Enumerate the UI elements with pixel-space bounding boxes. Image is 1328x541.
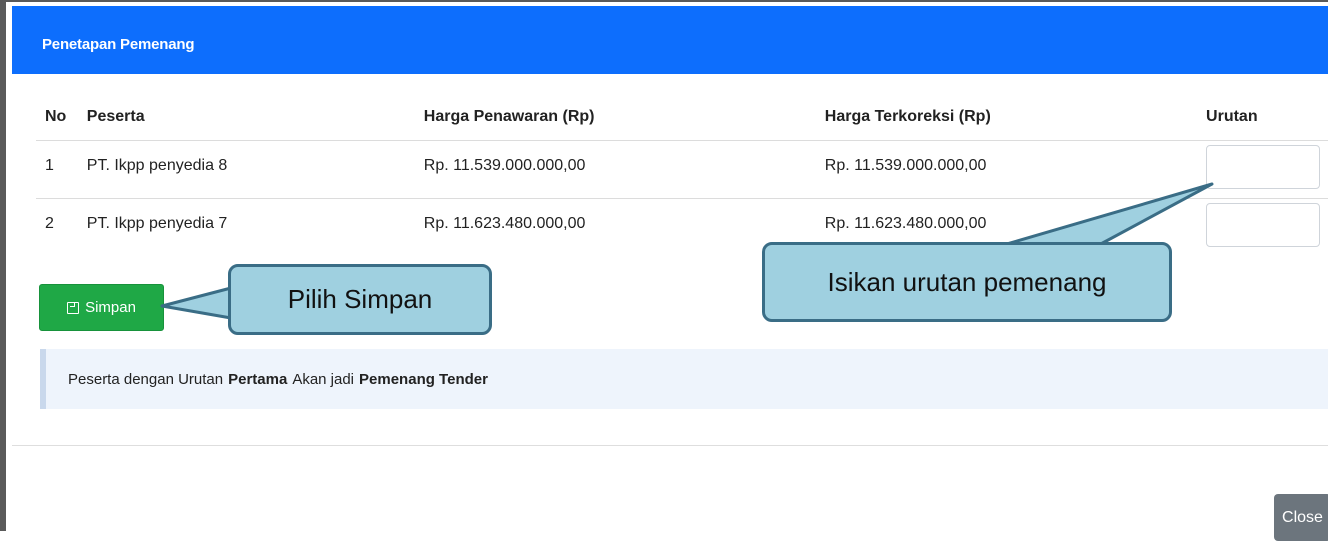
info-text-part2: Akan jadi	[292, 370, 355, 388]
info-text-bold-pertama: Pertama	[228, 370, 288, 388]
simpan-button[interactable]: Simpan	[39, 284, 164, 331]
column-header-urutan: Urutan	[1206, 94, 1328, 141]
urutan-input-2[interactable]	[1206, 203, 1321, 247]
callout-pilih-simpan: Pilih Simpan	[228, 264, 492, 335]
row-no: 1	[36, 140, 87, 199]
info-text-bold-pemenang: Pemenang Tender	[359, 370, 488, 388]
row-urutan-cell	[1206, 199, 1328, 257]
simpan-button-label: Simpan	[85, 299, 136, 316]
column-header-no: No	[36, 94, 87, 141]
row-peserta: PT. Ikpp penyedia 7	[86, 215, 228, 232]
modal-footer-divider	[12, 445, 1328, 446]
urutan-input-1[interactable]	[1206, 145, 1321, 189]
info-alert: Peserta dengan Urutan Pertama Akan jadi …	[40, 349, 1328, 409]
participants-table: No Peserta Harga Penawaran (Rp) Harga Te…	[36, 94, 1328, 257]
row-harga-penawaran: Rp. 11.539.000.000,00	[423, 140, 825, 199]
column-header-harga-terkoreksi: Harga Terkoreksi (Rp)	[824, 94, 1207, 141]
info-text-part1: Peserta dengan Urutan	[68, 370, 224, 388]
column-header-peserta: Peserta	[86, 94, 424, 141]
row-no: 2	[45, 215, 54, 232]
close-button[interactable]: Close	[1274, 494, 1328, 541]
row-peserta: PT. Ikpp penyedia 8	[86, 140, 424, 199]
callout-isikan-urutan-text: Isikan urutan pemenang	[827, 266, 1107, 297]
table-header-row: No Peserta Harga Penawaran (Rp) Harga Te…	[36, 94, 1328, 141]
modal-title: Penetapan Pemenang	[42, 36, 195, 53]
callout-pilih-simpan-text: Pilih Simpan	[287, 284, 433, 314]
callout-isikan-urutan: Isikan urutan pemenang	[762, 242, 1172, 322]
row-urutan-cell	[1206, 140, 1328, 199]
table-row: 1 PT. Ikpp penyedia 8 Rp. 11.539.000.000…	[36, 140, 1328, 199]
modal-header: Penetapan Pemenang	[12, 6, 1328, 74]
column-header-harga-penawaran: Harga Penawaran (Rp)	[423, 94, 825, 141]
save-icon	[67, 301, 80, 314]
row-harga-terkoreksi: Rp. 11.539.000.000,00	[824, 140, 1207, 199]
